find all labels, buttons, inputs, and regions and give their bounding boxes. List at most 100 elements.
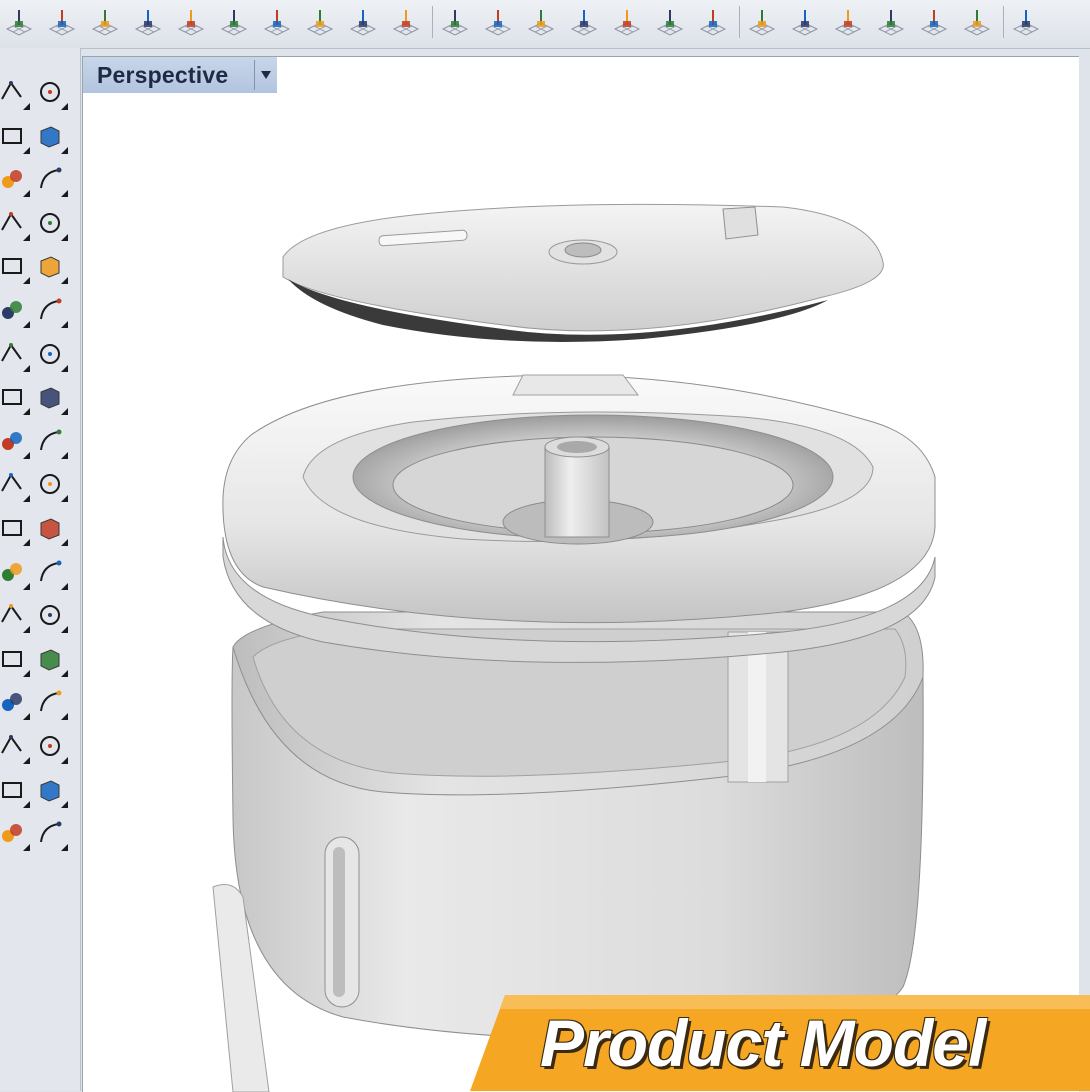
perspective-viewport[interactable]: Perspective (82, 56, 1079, 1092)
tool-button[interactable] (0, 815, 30, 852)
dimension-icon (40, 560, 62, 581)
tool-button[interactable] (0, 423, 30, 459)
toolbar-separator (432, 6, 433, 38)
toolbar-button[interactable] (651, 2, 689, 42)
alignment-icon (40, 736, 60, 756)
select-arrow-icon (1, 81, 22, 100)
tool-button[interactable] (0, 641, 30, 677)
tool-button[interactable] (0, 379, 30, 416)
tool-button[interactable] (32, 423, 68, 459)
boolean-union-icon (40, 343, 60, 364)
tool-button[interactable] (0, 772, 30, 808)
tool-button[interactable] (0, 597, 30, 634)
main-toolbar (0, 0, 1090, 49)
grid-snap-icon (177, 10, 205, 36)
triangle-down-icon (261, 71, 272, 79)
tool-button[interactable] (32, 118, 68, 154)
toolbar-button[interactable] (258, 2, 296, 42)
rotate-icon (2, 562, 22, 581)
tool-button[interactable] (32, 641, 68, 677)
banner-text: Product Model (540, 1006, 986, 1080)
toolbar-button[interactable] (479, 2, 517, 42)
toolbar-button[interactable] (43, 2, 81, 42)
tool-button[interactable] (0, 74, 30, 110)
mesh-icon (2, 520, 22, 536)
tool-button[interactable] (0, 336, 30, 372)
tool-button[interactable] (32, 510, 68, 546)
point-grid-icon (306, 10, 334, 36)
toolbar-button[interactable] (436, 2, 474, 42)
toolbar-button[interactable] (215, 2, 253, 42)
extrude-icon (2, 389, 22, 406)
ellipse-icon (40, 167, 62, 189)
toolbar-button[interactable] (608, 2, 646, 42)
toolbar-button[interactable] (344, 2, 382, 42)
tool-button[interactable] (32, 205, 68, 241)
tool-button[interactable] (0, 684, 30, 721)
analyze-icon (2, 781, 22, 798)
viewport-tab[interactable]: Perspective (83, 57, 277, 93)
toolbar-button[interactable] (1007, 2, 1045, 42)
box-solid-icon (91, 10, 119, 36)
rotate-grid-icon (220, 10, 248, 36)
save-disk-icon (570, 10, 598, 36)
tool-button[interactable] (32, 74, 68, 110)
tool-button[interactable] (32, 292, 68, 328)
toolbar-button[interactable] (86, 2, 124, 42)
tool-button[interactable] (0, 205, 30, 241)
model-scene (212, 203, 936, 1092)
tool-button[interactable] (32, 728, 68, 764)
solid-tools-icon (2, 693, 22, 712)
tool-button[interactable] (0, 510, 30, 546)
tool-button[interactable] (32, 466, 68, 503)
surface-corner-icon (2, 301, 22, 319)
toolbar-button[interactable] (172, 2, 210, 42)
toolbar-button[interactable] (565, 2, 603, 42)
curve-icon (40, 126, 60, 148)
grid-array-icon (1, 735, 22, 754)
select-cursor-icon (484, 10, 512, 36)
elevation-grid-icon (392, 10, 420, 36)
tool-button[interactable] (32, 379, 68, 416)
tool-button[interactable] (32, 684, 68, 721)
toolbar-button[interactable] (915, 2, 953, 42)
toolbar-separator (739, 6, 740, 38)
tool-button[interactable] (0, 466, 30, 503)
tool-button[interactable] (0, 728, 30, 764)
tool-button[interactable] (32, 336, 68, 372)
viewport-menu-button[interactable] (254, 60, 277, 90)
tool-button[interactable] (32, 554, 68, 590)
tool-button[interactable] (32, 248, 68, 285)
point-on-grid-icon (5, 10, 33, 36)
toolbar-button[interactable] (743, 2, 781, 42)
toolbar-button[interactable] (958, 2, 996, 42)
group-icon (2, 650, 22, 667)
toolbar-button[interactable] (872, 2, 910, 42)
toolbar-button[interactable] (522, 2, 560, 42)
tool-button[interactable] (0, 554, 30, 590)
tool-button[interactable] (32, 772, 68, 808)
tool-button[interactable] (0, 161, 30, 198)
tool-button[interactable] (0, 292, 30, 328)
toolbar-button[interactable] (129, 2, 167, 42)
undo-view-icon (441, 10, 469, 36)
rectangle-icon (40, 212, 60, 233)
tool-button[interactable] (0, 118, 30, 154)
distance-grid-icon (349, 10, 377, 36)
toolbar-button[interactable] (786, 2, 824, 42)
tool-button[interactable] (32, 161, 68, 198)
camera-target-icon (699, 10, 727, 36)
toolbar-button[interactable] (387, 2, 425, 42)
top-lid (282, 203, 884, 342)
toolbar-button[interactable] (694, 2, 732, 42)
tool-button[interactable] (32, 815, 68, 852)
move-gumball-icon (48, 10, 76, 36)
box-icon (1, 342, 22, 362)
axis-grid-icon (263, 10, 291, 36)
tool-button[interactable] (32, 597, 68, 634)
tool-button[interactable] (0, 248, 30, 285)
toolbar-button[interactable] (829, 2, 867, 42)
toolbar-button[interactable] (301, 2, 339, 42)
gear-icon (2, 431, 22, 450)
toolbar-button[interactable] (0, 2, 38, 42)
